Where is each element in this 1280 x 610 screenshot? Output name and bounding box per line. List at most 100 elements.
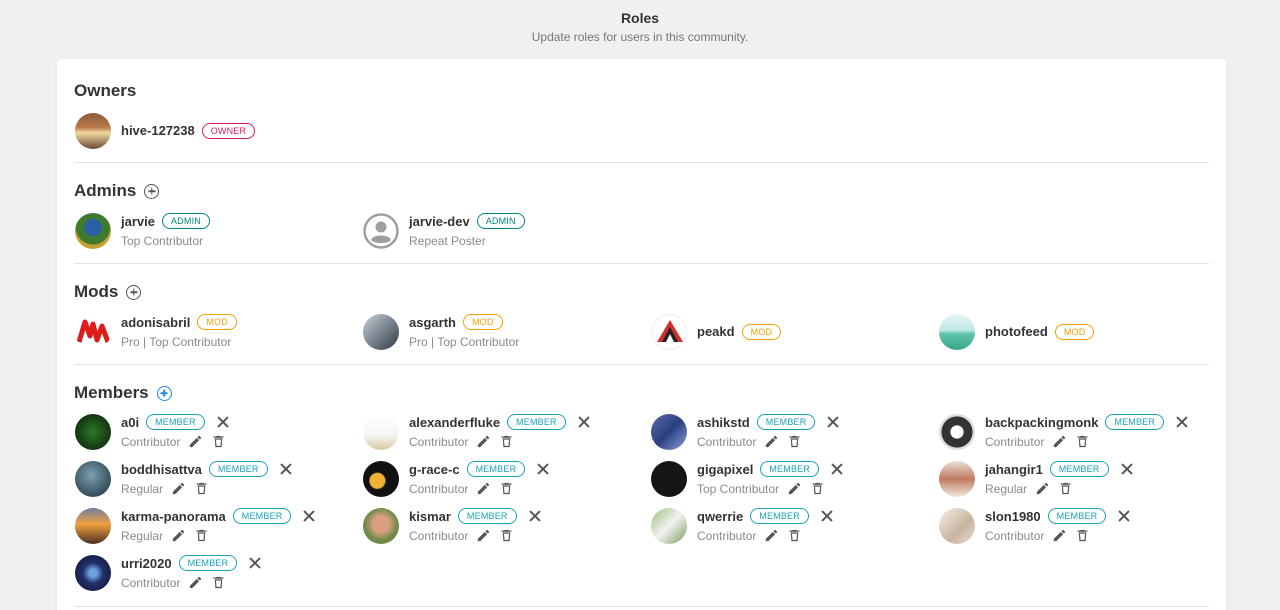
admins-heading: Admins — [74, 181, 160, 201]
trash-icon[interactable] — [1058, 481, 1073, 496]
user-title: Contributor — [121, 575, 181, 590]
trash-icon[interactable] — [211, 575, 226, 590]
close-icon[interactable] — [1121, 463, 1133, 475]
close-icon[interactable] — [831, 463, 843, 475]
pencil-icon[interactable] — [171, 528, 186, 543]
username-link[interactable]: adonisabril — [121, 315, 190, 330]
trash-icon[interactable] — [499, 481, 514, 496]
avatar[interactable] — [363, 313, 399, 350]
avatar[interactable] — [363, 507, 399, 544]
avatar[interactable] — [75, 212, 111, 249]
user-title: Regular — [121, 528, 164, 543]
username-link[interactable]: ashikstd — [697, 415, 750, 430]
username-link[interactable]: a0i — [121, 415, 139, 430]
username-link[interactable]: g-race-c — [409, 462, 460, 477]
trash-icon[interactable] — [194, 528, 209, 543]
avatar[interactable] — [651, 313, 687, 350]
members-heading: Members — [74, 383, 172, 403]
mod-entry: adonisabril MOD Pro | Top Contributor — [75, 313, 237, 350]
username-link[interactable]: urri2020 — [121, 556, 172, 571]
mod-entry: photofeed MOD — [939, 313, 1095, 350]
close-icon[interactable] — [529, 510, 541, 522]
mod-entry: peakd MOD — [651, 313, 782, 350]
avatar[interactable] — [75, 507, 111, 544]
close-icon[interactable] — [280, 463, 292, 475]
pencil-icon[interactable] — [476, 528, 491, 543]
member-badge: MEMBER — [178, 555, 238, 571]
pencil-icon[interactable] — [476, 434, 491, 449]
trash-icon[interactable] — [787, 434, 802, 449]
pencil-icon[interactable] — [171, 481, 186, 496]
username-link[interactable]: jarvie-dev — [409, 214, 470, 229]
username-link[interactable]: slon1980 — [985, 509, 1041, 524]
avatar[interactable] — [363, 413, 399, 450]
avatar[interactable] — [75, 460, 111, 497]
user-title: Contributor — [985, 434, 1045, 449]
owner-badge: OWNER — [201, 122, 256, 139]
avatar[interactable] — [651, 507, 687, 544]
trash-icon[interactable] — [1075, 528, 1090, 543]
trash-icon[interactable] — [499, 528, 514, 543]
add-mod-icon[interactable] — [126, 284, 142, 300]
username-link[interactable]: jarvie — [121, 214, 155, 229]
admin-badge: ADMIN — [476, 213, 525, 229]
member-badge: MEMBER — [1049, 461, 1109, 477]
close-icon[interactable] — [578, 416, 590, 428]
add-member-icon[interactable] — [156, 385, 172, 401]
username-link[interactable]: photofeed — [985, 324, 1048, 339]
avatar[interactable] — [939, 507, 975, 544]
username-link[interactable]: asgarth — [409, 315, 456, 330]
trash-icon[interactable] — [810, 481, 825, 496]
username-link[interactable]: karma-panorama — [121, 509, 226, 524]
pencil-icon[interactable] — [1052, 434, 1067, 449]
username-link[interactable]: peakd — [697, 324, 735, 339]
avatar[interactable] — [651, 413, 687, 450]
avatar[interactable] — [75, 112, 111, 149]
pencil-icon[interactable] — [476, 481, 491, 496]
close-icon[interactable] — [821, 510, 833, 522]
avatar[interactable] — [939, 460, 975, 497]
avatar[interactable] — [939, 413, 975, 450]
username-link[interactable]: jahangir1 — [985, 462, 1043, 477]
avatar[interactable] — [939, 313, 975, 350]
user-circle-icon[interactable] — [363, 212, 399, 249]
pencil-icon[interactable] — [188, 575, 203, 590]
close-icon[interactable] — [303, 510, 315, 522]
add-admin-icon[interactable] — [144, 183, 160, 199]
close-icon[interactable] — [827, 416, 839, 428]
avatar[interactable] — [363, 460, 399, 497]
trash-icon[interactable] — [787, 528, 802, 543]
username-link[interactable]: gigapixel — [697, 462, 753, 477]
trash-icon[interactable] — [211, 434, 226, 449]
pencil-icon[interactable] — [764, 434, 779, 449]
member-badge: MEMBER — [232, 508, 292, 524]
pencil-icon[interactable] — [1052, 528, 1067, 543]
member-badge: MEMBER — [760, 461, 820, 477]
username-link[interactable]: boddhisattva — [121, 462, 202, 477]
pencil-icon[interactable] — [188, 434, 203, 449]
avatar[interactable] — [75, 313, 111, 350]
username-link[interactable]: backpackingmonk — [985, 415, 1098, 430]
close-icon[interactable] — [249, 557, 261, 569]
trash-icon[interactable] — [499, 434, 514, 449]
close-icon[interactable] — [537, 463, 549, 475]
pencil-icon[interactable] — [764, 528, 779, 543]
pencil-icon[interactable] — [787, 481, 802, 496]
avatar[interactable] — [75, 413, 111, 450]
member-badge: MEMBER — [208, 461, 268, 477]
close-icon[interactable] — [1118, 510, 1130, 522]
username-link[interactable]: qwerrie — [697, 509, 743, 524]
member-entry: a0i MEMBER Contributor — [75, 413, 229, 450]
trash-icon[interactable] — [1075, 434, 1090, 449]
username-link[interactable]: hive-127238 — [121, 123, 195, 138]
avatar[interactable] — [651, 460, 687, 497]
close-icon[interactable] — [217, 416, 229, 428]
username-link[interactable]: kismar — [409, 509, 451, 524]
member-badge: MEMBER — [1047, 508, 1107, 524]
admin-entry: jarvie-dev ADMIN Repeat Poster — [363, 212, 525, 249]
avatar[interactable] — [75, 554, 111, 591]
username-link[interactable]: alexanderfluke — [409, 415, 500, 430]
pencil-icon[interactable] — [1035, 481, 1050, 496]
close-icon[interactable] — [1176, 416, 1188, 428]
trash-icon[interactable] — [194, 481, 209, 496]
